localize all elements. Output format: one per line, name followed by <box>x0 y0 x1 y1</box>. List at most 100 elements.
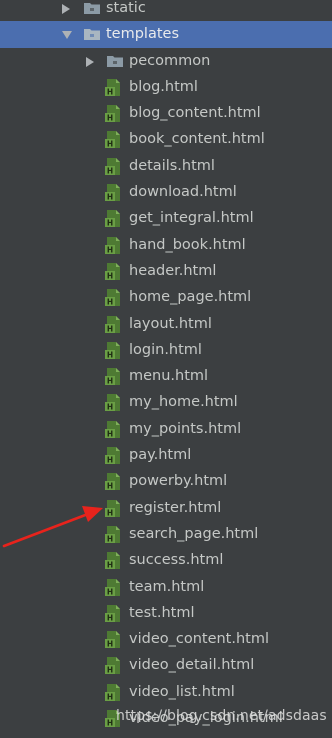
folder-icon <box>84 29 100 41</box>
svg-text:H: H <box>107 298 113 307</box>
html-file-icon: H <box>105 368 120 386</box>
tree-item-file[interactable]: Hhome_page.html <box>0 284 332 310</box>
html-file-icon: H <box>105 210 120 228</box>
tree-item-label: my_home.html <box>129 394 238 411</box>
tree-item-file[interactable]: Hblog.html <box>0 74 332 100</box>
svg-text:H: H <box>107 561 113 570</box>
tree-item-file[interactable]: Hregister.html <box>0 495 332 521</box>
svg-text:H: H <box>107 140 113 149</box>
html-file-icon: H <box>105 578 120 596</box>
svg-text:H: H <box>107 324 113 333</box>
tree-item-label: book_content.html <box>129 131 265 148</box>
tree-item-file[interactable]: Hpay.html <box>0 442 332 468</box>
svg-text:H: H <box>107 666 113 675</box>
svg-text:H: H <box>107 193 113 202</box>
html-file-icon: H <box>105 157 120 175</box>
svg-text:H: H <box>107 719 113 728</box>
tree-item-file[interactable]: Hpowerby.html <box>0 468 332 494</box>
tree-item-file[interactable]: Hvideo_list.html <box>0 679 332 705</box>
html-file-icon: H <box>105 105 120 123</box>
html-file-icon: H <box>105 525 120 543</box>
tree-item-label: video_list.html <box>129 683 235 700</box>
tree-item-label: layout.html <box>129 315 212 332</box>
svg-text:H: H <box>107 587 113 596</box>
tree-item-label: search_page.html <box>129 525 259 542</box>
svg-text:H: H <box>107 166 113 175</box>
html-file-icon: H <box>105 78 120 96</box>
svg-text:H: H <box>107 456 113 465</box>
tree-item-label: video_detail.html <box>129 657 255 674</box>
svg-text:H: H <box>107 692 113 701</box>
html-file-icon: H <box>105 499 120 517</box>
tree-item-pecommon[interactable]: pecommon <box>0 48 332 74</box>
html-file-icon: H <box>105 447 120 465</box>
html-file-icon: H <box>105 604 120 622</box>
tree-item-file[interactable]: Hsearch_page.html <box>0 521 332 547</box>
svg-text:H: H <box>107 350 113 359</box>
svg-text:H: H <box>107 508 113 517</box>
html-file-icon: H <box>105 236 120 254</box>
tree-item-label: menu.html <box>129 368 209 385</box>
html-file-icon: H <box>105 131 120 149</box>
html-file-icon: H <box>105 262 120 280</box>
svg-text:H: H <box>107 219 113 228</box>
project-tree: static templates pecommon Hblog.html Hblo… <box>0 0 332 731</box>
html-file-icon: H <box>105 683 120 701</box>
tree-item-file[interactable]: Hblog_content.html <box>0 100 332 126</box>
tree-item-label: blog.html <box>129 78 198 95</box>
html-file-icon: H <box>105 289 120 307</box>
svg-text:H: H <box>107 403 113 412</box>
chevron-down-icon[interactable] <box>62 31 72 40</box>
tree-item-file[interactable]: Hbook_content.html <box>0 126 332 152</box>
svg-text:H: H <box>107 245 113 254</box>
tree-item-file[interactable]: Hlayout.html <box>0 311 332 337</box>
html-file-icon: H <box>105 473 120 491</box>
tree-item-label: test.html <box>129 604 195 621</box>
tree-item-label: register.html <box>129 499 222 516</box>
html-file-icon: H <box>105 420 120 438</box>
tree-item-label: my_points.html <box>129 420 242 437</box>
tree-item-file[interactable]: Hheader.html <box>0 258 332 284</box>
tree-item-label: pecommon <box>129 52 211 69</box>
tree-item-static[interactable]: static <box>0 0 332 21</box>
svg-text:H: H <box>107 482 113 491</box>
tree-item-templates[interactable]: templates <box>0 21 332 48</box>
watermark: https://blog.csdn.net/adsdaas <box>116 708 327 724</box>
tree-item-file[interactable]: Hsuccess.html <box>0 547 332 573</box>
svg-text:H: H <box>107 640 113 649</box>
tree-item-label: team.html <box>129 578 205 595</box>
folder-icon <box>84 3 100 14</box>
tree-item-label: pay.html <box>129 447 192 464</box>
tree-item-label: header.html <box>129 262 217 279</box>
tree-item-label: powerby.html <box>129 473 228 490</box>
html-file-icon: H <box>105 631 120 649</box>
tree-item-file[interactable]: Hmenu.html <box>0 363 332 389</box>
svg-text:H: H <box>107 377 113 386</box>
tree-item-file[interactable]: Hget_integral.html <box>0 205 332 231</box>
html-file-icon: H <box>105 552 120 570</box>
tree-item-file[interactable]: Hdetails.html <box>0 153 332 179</box>
svg-text:H: H <box>107 271 113 280</box>
html-file-icon: H <box>105 657 120 675</box>
html-file-icon: H <box>105 315 120 333</box>
tree-item-file[interactable]: Hdownload.html <box>0 179 332 205</box>
tree-item-file[interactable]: Hlogin.html <box>0 337 332 363</box>
tree-item-file[interactable]: Hhand_book.html <box>0 232 332 258</box>
tree-item-label: success.html <box>129 552 224 569</box>
svg-text:H: H <box>107 114 113 123</box>
tree-item-label: static <box>106 0 146 16</box>
tree-item-file[interactable]: Hvideo_content.html <box>0 626 332 652</box>
tree-item-label: download.html <box>129 184 237 201</box>
tree-item-file[interactable]: Htest.html <box>0 600 332 626</box>
tree-item-file[interactable]: Hmy_home.html <box>0 389 332 415</box>
tree-item-file[interactable]: Hteam.html <box>0 574 332 600</box>
html-file-icon: H <box>105 184 120 202</box>
chevron-right-icon[interactable] <box>62 4 70 14</box>
folder-icon <box>107 55 123 67</box>
svg-text:H: H <box>107 613 113 622</box>
chevron-right-icon[interactable] <box>86 56 94 67</box>
tree-item-file[interactable]: Hmy_points.html <box>0 416 332 442</box>
tree-item-label: get_integral.html <box>129 210 254 227</box>
tree-item-label: details.html <box>129 157 215 174</box>
tree-item-file[interactable]: Hvideo_detail.html <box>0 652 332 678</box>
